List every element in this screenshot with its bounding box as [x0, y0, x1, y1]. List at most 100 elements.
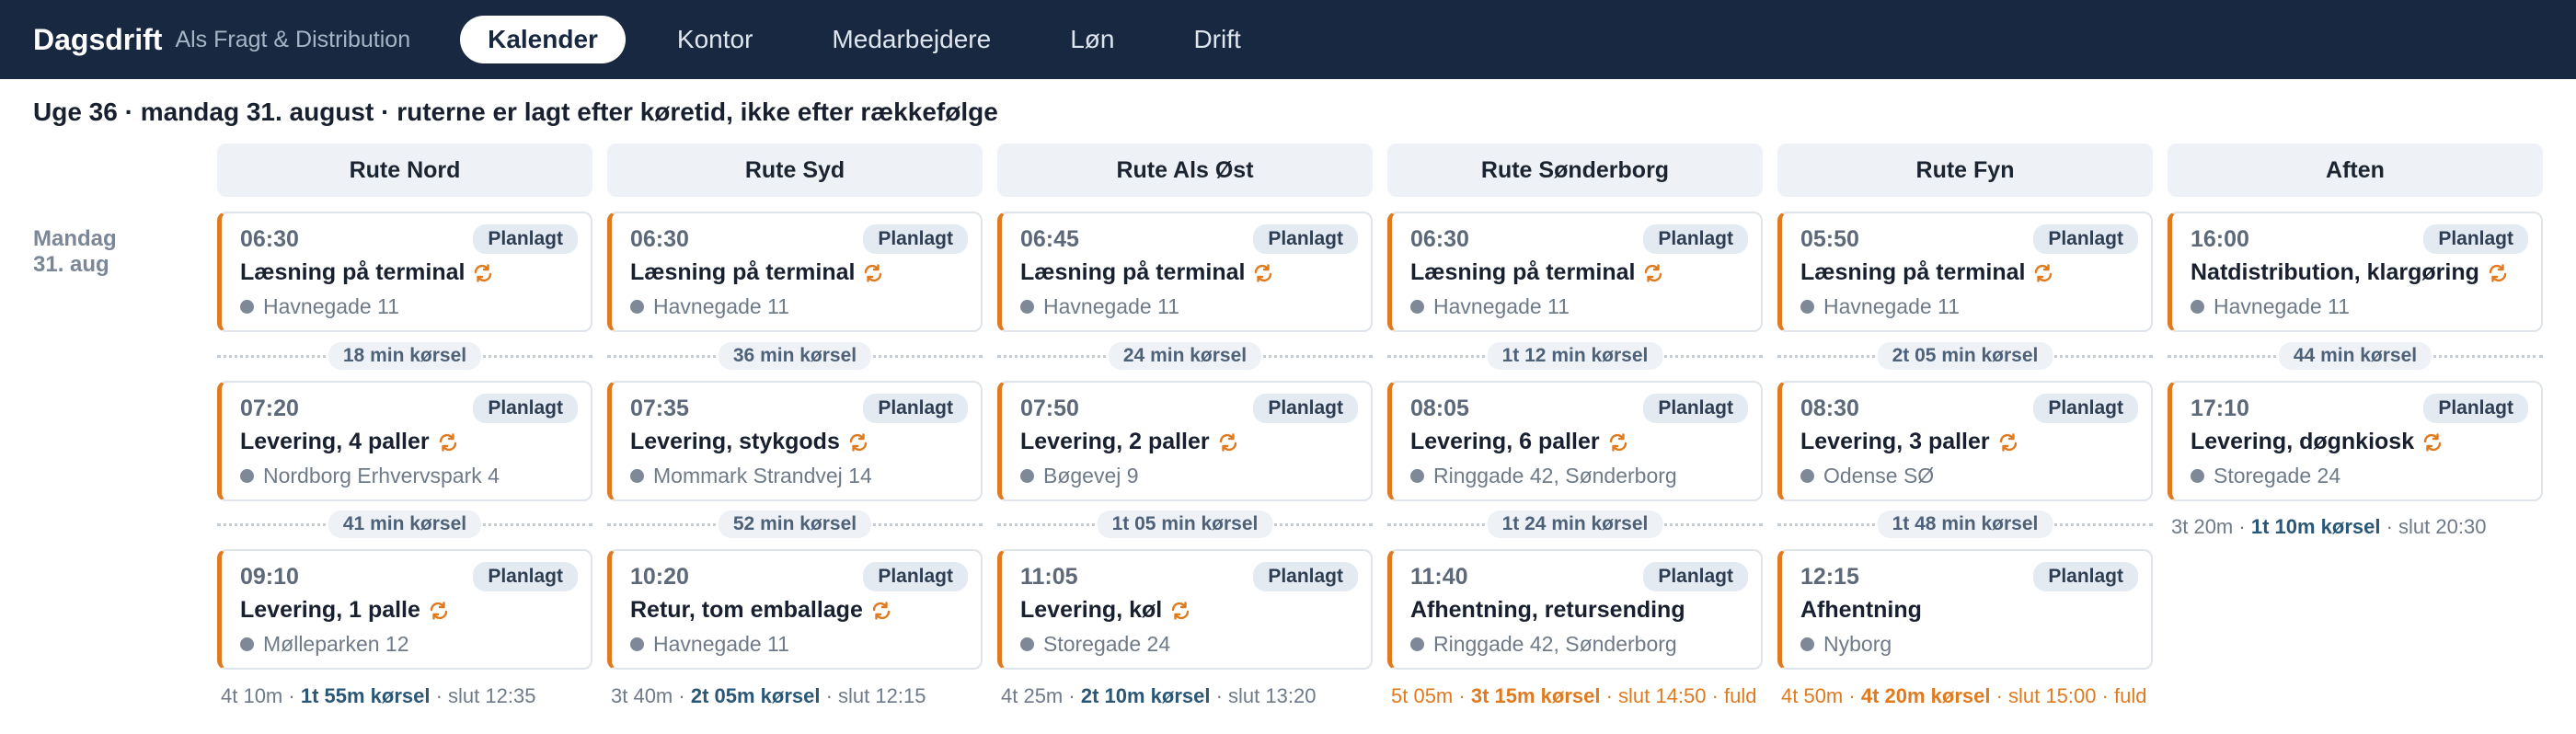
summary-full-flag: · fuld	[1706, 684, 1757, 707]
summary-separator: ·	[673, 684, 691, 707]
nav-kontor[interactable]: Kontor	[650, 16, 781, 63]
stop-time: 17:10	[2191, 396, 2249, 421]
stop-address: Ringgade 42, Sønderborg	[1410, 632, 1677, 657]
route-header[interactable]: Rute Syd	[607, 143, 983, 197]
stop-title-text: Læsning på terminal	[1410, 259, 1636, 285]
stop-card[interactable]: 06:30 Planlagt Læsning på terminal Havnegad…	[217, 212, 592, 332]
summary-end-time: slut 20:30	[2398, 515, 2487, 538]
brand-name[interactable]: Dagsdrift	[33, 23, 162, 57]
route-column: Rute Nord 06:30 Planlagt Læsning på termina…	[217, 143, 592, 707]
route-column: Rute Sønderborg 06:30 Planlagt Læsning på t…	[1387, 143, 1763, 707]
stop-address: Mølleparken 12	[240, 632, 409, 657]
nav-medarbejdere[interactable]: Medarbejdere	[804, 16, 1018, 63]
status-badge: Planlagt	[2033, 224, 2138, 254]
repeat-icon	[1999, 432, 2017, 452]
stop-card[interactable]: 07:35 Planlagt Levering, stykgods Mommark S…	[607, 381, 983, 501]
route-column: Aften 16:00 Planlagt Natdistribution, klarg…	[2168, 143, 2543, 538]
stop-card[interactable]: 11:05 Planlagt Levering, køl Storegade 24	[997, 549, 1373, 670]
stop-card[interactable]: 06:30 Planlagt Læsning på terminal Havnegad…	[607, 212, 983, 332]
drive-time-separator: 1t 12 min kørsel	[1387, 342, 1763, 370]
location-dot-icon	[1800, 469, 1814, 483]
stop-address-text: Havnegade 11	[1043, 294, 1179, 318]
stop-address-text: Mommark Strandvej 14	[653, 464, 872, 487]
stop-title: Læsning på terminal	[1020, 259, 1274, 286]
stop-address: Bøgevej 9	[1020, 464, 1139, 488]
stop-card[interactable]: 10:20 Planlagt Retur, tom emballage Havnega…	[607, 549, 983, 670]
stop-card[interactable]: 06:30 Planlagt Læsning på terminal Havnegad…	[1387, 212, 1763, 332]
stop-address: Havnegade 11	[630, 294, 789, 319]
route-header[interactable]: Rute Als Øst	[997, 143, 1373, 197]
stop-title: Retur, tom emballage	[630, 597, 892, 624]
route-header[interactable]: Rute Nord	[217, 143, 592, 197]
stop-card[interactable]: 11:40 Planlagt Afhentning, retursending Rin…	[1387, 549, 1763, 670]
summary-duration: 4t 10m	[221, 684, 283, 707]
status-badge: Planlagt	[1253, 224, 1358, 254]
stop-address: Nordborg Erhvervspark 4	[240, 464, 500, 488]
stop-time: 10:20	[630, 564, 689, 590]
summary-separator: ·	[2380, 515, 2399, 538]
summary-duration: 3t 20m	[2171, 515, 2234, 538]
repeat-icon	[1219, 432, 1236, 452]
route-column: Rute Als Øst 06:45 Planlagt Læsning på term…	[997, 143, 1373, 707]
repeat-icon	[1645, 263, 1662, 282]
status-badge: Planlagt	[473, 562, 578, 591]
stop-card[interactable]: 07:20 Planlagt Levering, 4 paller Nordborg …	[217, 381, 592, 501]
stop-time: 07:20	[240, 396, 299, 421]
summary-end-time: slut 12:15	[838, 684, 926, 707]
route-header[interactable]: Rute Fyn	[1777, 143, 2153, 197]
stop-address: Ringgade 42, Sønderborg	[1410, 464, 1677, 488]
nav-kalender[interactable]: Kalender	[460, 16, 626, 63]
location-dot-icon	[1410, 637, 1424, 651]
location-dot-icon	[1020, 637, 1034, 651]
status-badge: Planlagt	[863, 562, 968, 591]
repeat-icon	[1609, 432, 1627, 452]
route-summary: 4t 25m · 2t 10m kørsel · slut 13:20	[1001, 684, 1316, 708]
stop-title-text: Levering, 3 paller	[1800, 429, 1990, 454]
status-badge: Planlagt	[1253, 562, 1358, 591]
location-dot-icon	[1800, 300, 1814, 314]
stop-title: Afhentning, retursending	[1410, 597, 1685, 624]
stop-time: 06:30	[630, 226, 689, 252]
route-summary: 5t 05m · 3t 15m kørsel · slut 14:50 · fu…	[1391, 684, 1756, 708]
stop-address: Storegade 24	[2191, 464, 2340, 488]
stop-title: Natdistribution, klargøring	[2191, 259, 2509, 286]
stop-address: Havnegade 11	[1800, 294, 1960, 319]
stop-card[interactable]: 08:30 Planlagt Levering, 3 paller Odense SØ	[1777, 381, 2153, 501]
stop-title-text: Læsning på terminal	[1020, 259, 1246, 285]
summary-duration: 3t 40m	[611, 684, 673, 707]
route-header[interactable]: Aften	[2168, 143, 2543, 197]
summary-drive-total: 3t 15m kørsel	[1470, 684, 1601, 707]
status-badge: Planlagt	[2423, 394, 2528, 423]
repeat-icon	[865, 263, 882, 282]
stop-title: Læsning på terminal	[1410, 259, 1664, 286]
nav-drift[interactable]: Drift	[1166, 16, 1268, 63]
stop-card[interactable]: 07:50 Planlagt Levering, 2 paller Bøgevej 9	[997, 381, 1373, 501]
stop-card[interactable]: 05:50 Planlagt Læsning på terminal Havnegad…	[1777, 212, 2153, 332]
route-header[interactable]: Rute Sønderborg	[1387, 143, 1763, 197]
stop-card[interactable]: 17:10 Planlagt Levering, døgnkiosk Storegad…	[2168, 381, 2543, 501]
stop-card[interactable]: 12:15 Planlagt Afhentning Nyborg	[1777, 549, 2153, 670]
stop-card[interactable]: 08:05 Planlagt Levering, 6 paller Ringgade …	[1387, 381, 1763, 501]
location-dot-icon	[630, 637, 644, 651]
stop-time: 11:05	[1020, 564, 1078, 590]
route-summary: 4t 50m · 4t 20m kørsel · slut 15:00 · fu…	[1781, 684, 2146, 708]
status-badge: Planlagt	[1643, 224, 1748, 254]
stop-card[interactable]: 06:45 Planlagt Læsning på terminal Havnegad…	[997, 212, 1373, 332]
nav-løn[interactable]: Løn	[1042, 16, 1142, 63]
stop-title-text: Afhentning, retursending	[1410, 597, 1685, 623]
repeat-icon	[2423, 432, 2442, 452]
stop-address: Storegade 24	[1020, 632, 1170, 657]
summary-separator: ·	[430, 684, 449, 707]
stop-time: 08:05	[1410, 396, 1469, 421]
stop-card[interactable]: 09:10 Planlagt Levering, 1 palle Mølleparke…	[217, 549, 592, 670]
summary-drive-total: 4t 20m kørsel	[1860, 684, 1991, 707]
repeat-icon	[849, 432, 868, 452]
summary-drive-total: 1t 10m kørsel	[2250, 515, 2381, 538]
stop-title-text: Levering, køl	[1020, 597, 1163, 623]
drive-time-pill: 41 min kørsel	[328, 510, 482, 538]
summary-drive-total: 1t 55m kørsel	[300, 684, 431, 707]
summary-end-time: slut 13:20	[1228, 684, 1317, 707]
summary-end-time: slut 14:50	[1618, 684, 1707, 707]
stop-address-text: Havnegade 11	[263, 294, 399, 318]
stop-card[interactable]: 16:00 Planlagt Natdistribution, klargøring…	[2168, 212, 2543, 332]
